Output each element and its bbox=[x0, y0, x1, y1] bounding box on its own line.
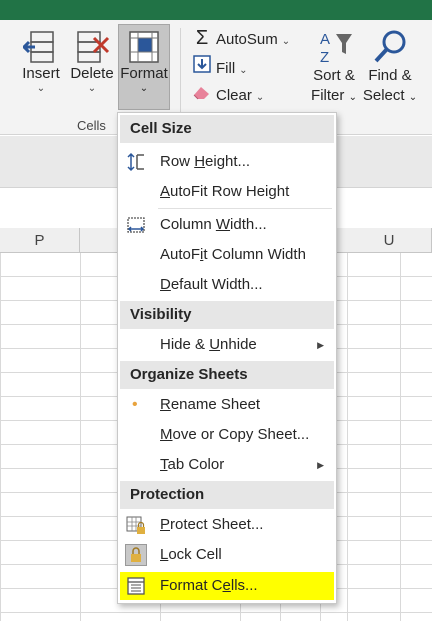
protect-sheet-label-c: rotect Sheet... bbox=[170, 516, 264, 533]
move-copy-label-b: M bbox=[160, 426, 173, 443]
menu-item-rename-sheet[interactable]: • Rename Sheet bbox=[120, 390, 334, 420]
format-cells-label-b: e bbox=[222, 577, 231, 594]
format-cells-icon bbox=[129, 31, 159, 63]
row-height-icon bbox=[126, 152, 146, 172]
autofit-row-label-b: A bbox=[160, 183, 171, 200]
insert-cells-icon bbox=[23, 31, 54, 63]
protect-sheet-icon bbox=[126, 515, 146, 535]
format-cells-label-c: lls... bbox=[230, 577, 258, 594]
column-divider bbox=[347, 253, 348, 621]
lock-cell-label-c: ock Cell bbox=[168, 546, 222, 563]
chevron-down-icon: ⌄ bbox=[281, 36, 291, 47]
row-height-label-c: eight... bbox=[205, 153, 251, 170]
hide-unhide-label-a: Hide & bbox=[160, 336, 210, 353]
submenu-arrow-icon: ▶ bbox=[317, 460, 324, 470]
insert-button[interactable]: Insert ⌄ bbox=[18, 30, 64, 94]
fill-down-icon bbox=[192, 55, 212, 81]
cells-group-label: Cells bbox=[77, 118, 106, 133]
delete-label: Delete bbox=[70, 65, 114, 82]
autofit-col-label-c: t Column Width bbox=[203, 246, 306, 263]
autosum-button[interactable]: Σ AutoSum ⌄ bbox=[192, 26, 290, 50]
bullet-icon: • bbox=[132, 396, 138, 413]
section-organize-sheets: Organize Sheets bbox=[120, 361, 334, 389]
menu-item-move-copy-sheet[interactable]: Move or Copy Sheet... bbox=[120, 420, 334, 450]
chevron-down-icon: ⌄ bbox=[139, 83, 149, 94]
autofit-row-label-c: utoFit Row Height bbox=[170, 183, 290, 200]
menu-item-tab-color[interactable]: Tab Color ▶ bbox=[120, 450, 334, 480]
sort-label-1: Sort & bbox=[313, 67, 355, 84]
menu-item-format-cells[interactable]: Format Cells... bbox=[120, 572, 334, 600]
column-width-label-b: W bbox=[215, 216, 231, 233]
menu-item-default-width[interactable]: Default Width... bbox=[120, 270, 334, 300]
format-cells-dialog-icon bbox=[126, 576, 146, 596]
delete-cells-icon bbox=[77, 31, 110, 63]
sort-filter-button[interactable]: A Z Sort & Filter ⌄ bbox=[308, 28, 360, 108]
autosum-label: AutoSum bbox=[216, 31, 278, 48]
tab-color-label-b: T bbox=[160, 456, 168, 473]
chevron-down-icon: ⌄ bbox=[348, 92, 357, 103]
menu-item-row-height[interactable]: Row Height... bbox=[120, 147, 334, 177]
menu-item-protect-sheet[interactable]: Protect Sheet... bbox=[120, 510, 334, 540]
fill-button[interactable]: Fill ⌄ bbox=[192, 55, 248, 79]
chevron-down-icon: ⌄ bbox=[36, 83, 46, 94]
protect-sheet-label-b: P bbox=[160, 516, 171, 533]
column-width-label-c: idth... bbox=[230, 216, 267, 233]
section-protection: Protection bbox=[120, 481, 334, 509]
column-width-label-a: Column bbox=[160, 216, 216, 233]
fill-label: Fill bbox=[216, 60, 236, 77]
default-width-label-b: D bbox=[160, 276, 171, 293]
chevron-down-icon: ⌄ bbox=[255, 92, 265, 103]
eraser-icon bbox=[192, 84, 212, 108]
move-copy-label-c: ove or Copy Sheet... bbox=[172, 426, 310, 443]
menu-item-column-width[interactable]: Column Width... bbox=[120, 210, 334, 240]
sigma-icon: Σ bbox=[195, 27, 209, 49]
lock-icon bbox=[125, 544, 147, 566]
row-height-label-b: H bbox=[194, 153, 206, 170]
tab-color-label-c: ab Color bbox=[167, 456, 225, 473]
menu-item-hide-unhide[interactable]: Hide & Unhide ▶ bbox=[120, 330, 334, 360]
menu-item-autofit-row-height[interactable]: AutoFit Row Height bbox=[120, 177, 334, 207]
autofit-col-label-a: AutoF bbox=[160, 246, 201, 263]
svg-text:A: A bbox=[320, 31, 330, 48]
rename-sheet-label-c: ename Sheet bbox=[170, 396, 261, 413]
chevron-down-icon: ⌄ bbox=[239, 65, 248, 76]
submenu-arrow-icon: ▶ bbox=[317, 340, 324, 350]
group-separator bbox=[180, 28, 181, 114]
clear-button[interactable]: Clear ⌄ bbox=[192, 84, 264, 108]
sort-label-2: Filter bbox=[311, 87, 345, 104]
format-button[interactable]: Format ⌄ bbox=[118, 24, 170, 110]
chevron-down-icon: ⌄ bbox=[87, 83, 97, 94]
find-label-1: Find & bbox=[368, 67, 412, 84]
hide-unhide-label-b: U bbox=[209, 336, 221, 353]
delete-button[interactable]: Delete ⌄ bbox=[68, 30, 116, 94]
column-width-icon bbox=[126, 215, 146, 235]
svg-text:Z: Z bbox=[320, 49, 329, 66]
section-visibility: Visibility bbox=[120, 301, 334, 329]
column-header-u[interactable]: U bbox=[347, 228, 432, 253]
menu-item-lock-cell[interactable]: Lock Cell bbox=[120, 540, 334, 570]
format-label: Format bbox=[120, 65, 168, 82]
find-select-button[interactable]: Find & Select ⌄ bbox=[362, 28, 418, 108]
column-header-p[interactable]: P bbox=[0, 228, 80, 253]
magnifier-icon bbox=[374, 30, 406, 63]
title-bar bbox=[0, 0, 432, 20]
row-height-label-a: Row bbox=[160, 153, 195, 170]
chevron-down-icon: ⌄ bbox=[408, 92, 418, 103]
insert-label: Insert bbox=[22, 65, 60, 82]
format-dropdown-menu: Cell Size Row Height... AutoFit Row Heig… bbox=[117, 112, 337, 604]
rename-sheet-label-b: R bbox=[160, 396, 171, 413]
sort-filter-icon: A Z bbox=[320, 31, 352, 66]
clear-label: Clear bbox=[216, 87, 252, 104]
default-width-label-c: efault Width... bbox=[170, 276, 263, 293]
format-cells-label-a: Format C bbox=[160, 577, 223, 594]
find-label-2: Select bbox=[362, 87, 405, 104]
hide-unhide-label-c: nhide bbox=[220, 336, 257, 353]
menu-item-autofit-column-width[interactable]: AutoFit Column Width bbox=[120, 240, 334, 270]
section-cell-size: Cell Size bbox=[120, 115, 334, 143]
menu-separator bbox=[158, 208, 332, 209]
